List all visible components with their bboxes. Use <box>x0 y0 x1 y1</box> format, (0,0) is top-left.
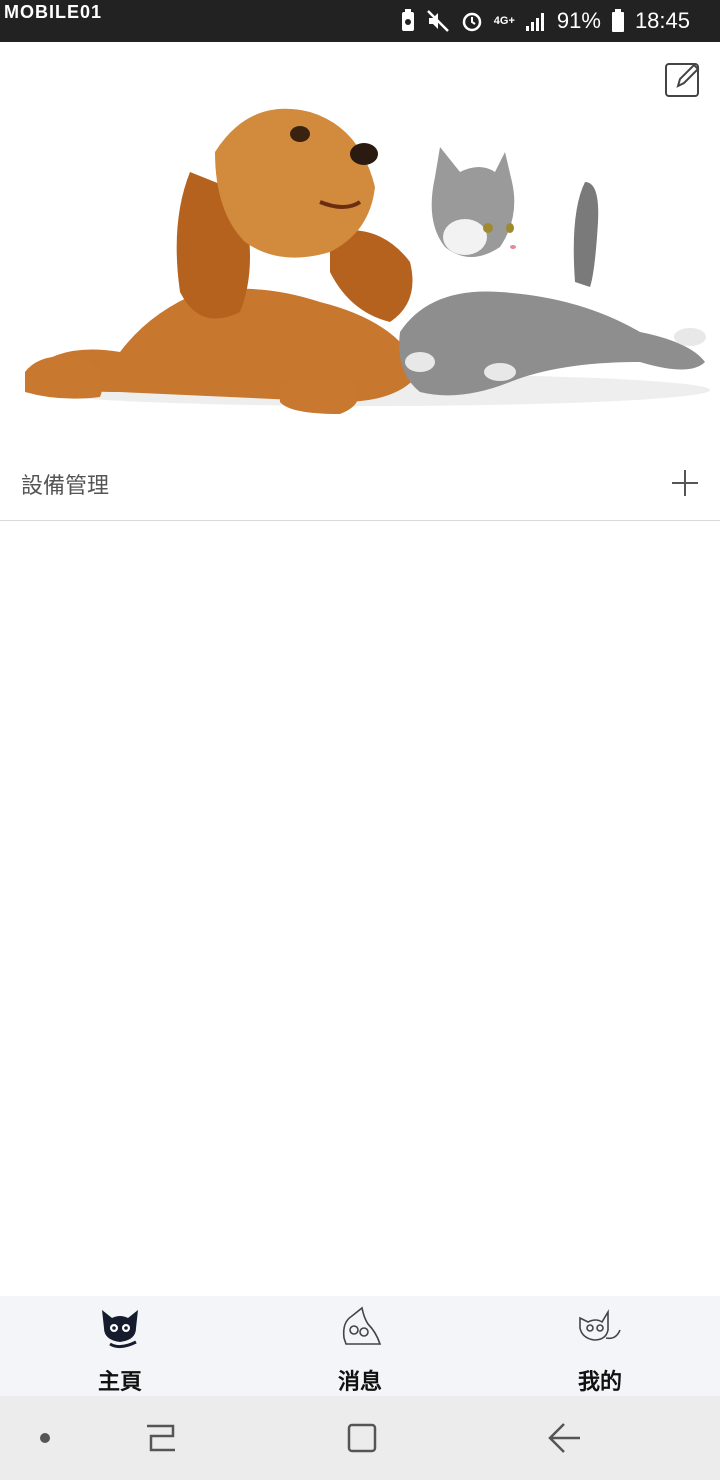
tab-label-messages: 消息 <box>337 1370 382 1395</box>
hero-banner <box>0 42 720 442</box>
back-button[interactable] <box>546 1420 582 1456</box>
recents-icon <box>147 1424 175 1452</box>
dot-button[interactable] <box>27 1420 63 1456</box>
edit-button[interactable] <box>664 60 702 98</box>
clock: 18:45 <box>634 8 690 33</box>
system-nav-bar <box>0 1396 720 1480</box>
status-bar-right: 4G+ 91% 18:45 <box>400 0 690 42</box>
tab-label-profile: 我的 <box>577 1370 622 1395</box>
edit-icon <box>665 63 700 97</box>
cat-home-icon <box>102 1310 138 1349</box>
section-title: 設備管理 <box>21 474 110 499</box>
signal-icon <box>525 10 547 32</box>
plus-icon <box>672 470 698 496</box>
device-management-header: 設備管理 <box>0 442 720 521</box>
tab-home[interactable]: 主頁 <box>0 1296 240 1396</box>
network-indicator: 4G+ <box>493 14 515 27</box>
cat-message-icon <box>342 1306 382 1345</box>
watermark: MOBILE01 <box>4 2 103 22</box>
battery-percent: 91% <box>556 8 601 33</box>
mute-icon <box>426 9 450 33</box>
recents-button[interactable] <box>143 1420 179 1456</box>
tab-label-home: 主頁 <box>97 1370 142 1395</box>
home-button[interactable] <box>344 1420 380 1456</box>
add-device-button[interactable] <box>670 468 700 498</box>
alarm-icon <box>460 9 484 33</box>
tab-messages[interactable]: 消息 <box>240 1296 480 1396</box>
battery-saver-icon <box>400 9 416 33</box>
battery-icon <box>611 9 625 33</box>
status-bar: MOBILE01 4G+ 91% 18:45 <box>0 0 720 42</box>
tab-profile[interactable]: 我的 <box>480 1296 720 1396</box>
home-icon <box>347 1423 377 1453</box>
dot-icon <box>40 1433 50 1443</box>
cat-profile-icon <box>579 1309 621 1341</box>
dog-and-cat-photo <box>25 108 710 414</box>
back-icon <box>548 1423 580 1453</box>
bottom-tab-bar: 主頁 消息 我的 <box>0 1296 720 1396</box>
